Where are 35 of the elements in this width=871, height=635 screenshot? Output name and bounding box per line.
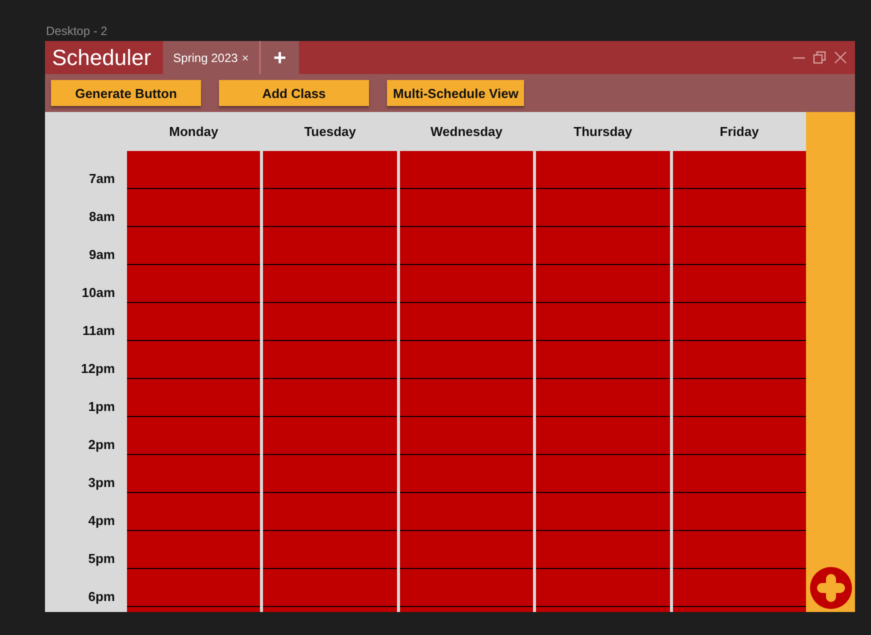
new-tab-button[interactable]: +	[260, 41, 299, 74]
day-header: Monday	[168, 123, 220, 141]
day-header: Thursday	[572, 123, 634, 141]
restore-icon[interactable]	[813, 51, 826, 64]
time-label: 6pm	[87, 588, 116, 606]
time-label: 11am	[81, 322, 116, 340]
day-column[interactable]	[127, 151, 260, 612]
day-header: Friday	[718, 123, 760, 141]
time-label: 3pm	[87, 474, 116, 492]
day-column[interactable]	[672, 151, 806, 612]
add-icon[interactable]	[808, 566, 852, 610]
window-title: Scheduler	[51, 44, 152, 72]
day-column[interactable]	[263, 151, 397, 612]
tab-label: Spring 2023	[173, 50, 238, 64]
time-label: 8am	[88, 208, 116, 226]
day-column[interactable]	[536, 151, 670, 612]
day-header: Wednesday	[429, 123, 504, 141]
time-label: 9am	[88, 246, 116, 264]
toolbar-button[interactable]: Add Class	[219, 80, 369, 106]
day-column[interactable]	[400, 151, 534, 612]
toolbar-button[interactable]: Multi-Schedule View	[387, 80, 524, 106]
canvas-label: Desktop - 2	[46, 24, 108, 38]
time-label: 12pm	[80, 360, 116, 378]
time-label: 10am	[80, 284, 116, 302]
minimize-icon[interactable]	[793, 56, 805, 58]
time-label: 7am	[88, 170, 116, 188]
tab[interactable]: Spring 2023 ×	[163, 41, 261, 74]
close-icon[interactable]	[834, 51, 847, 64]
toolbar-button[interactable]: Generate Button	[51, 80, 201, 106]
tab-close-button[interactable]: ×	[242, 50, 249, 64]
time-label: 2pm	[87, 436, 116, 454]
day-header: Tuesday	[303, 123, 357, 141]
time-label: 5pm	[87, 550, 116, 568]
time-label: 4pm	[87, 512, 116, 530]
time-label: 1pm	[87, 398, 116, 416]
